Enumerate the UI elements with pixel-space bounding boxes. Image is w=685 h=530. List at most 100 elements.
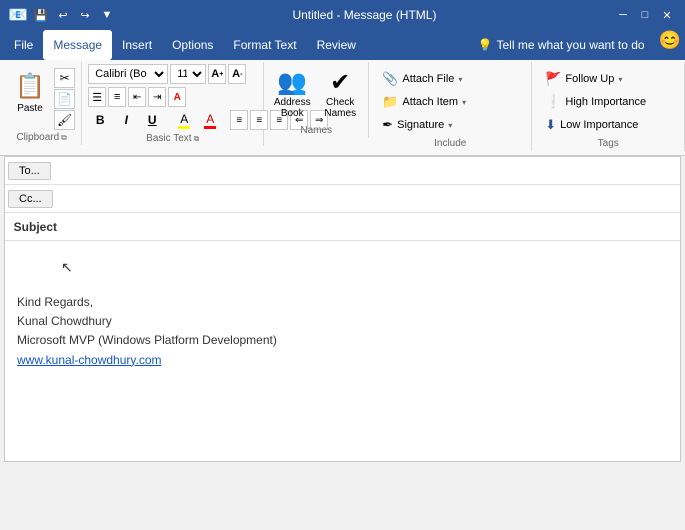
lightbulb-icon: 💡: [478, 38, 493, 52]
subject-input[interactable]: [65, 213, 680, 240]
signature-line-2: Kunal Chowdhury: [17, 312, 668, 331]
tell-me-box[interactable]: 💡 Tell me what you want to do: [468, 30, 655, 60]
signature-link[interactable]: www.kunal-chowdhury.com: [17, 351, 668, 370]
cut-button[interactable]: ✂: [54, 68, 75, 88]
tags-label: Tags: [598, 136, 619, 149]
bold-button[interactable]: B: [88, 110, 112, 130]
signature-area: Kind Regards, Kunal Chowdhury Microsoft …: [17, 293, 668, 370]
format-painter-button[interactable]: 🖌: [54, 110, 75, 130]
to-button[interactable]: To...: [8, 162, 51, 180]
include-group: 📎 Attach File ▾ 📁 Attach Item ▾ ✒ Signat…: [371, 62, 532, 151]
signature-icon: ✒: [382, 117, 393, 133]
compose-container: To... Cc... Subject ↖ Kind Regards, Kuna…: [4, 156, 681, 462]
cc-row: Cc...: [5, 185, 680, 213]
redo-qat-button[interactable]: ↪: [76, 6, 94, 24]
attach-file-icon: 📎: [382, 71, 398, 87]
qat-more-button[interactable]: ▼: [98, 6, 116, 24]
attach-item-label: Attach Item: [402, 96, 458, 108]
address-book-button[interactable]: 👥 AddressBook: [270, 66, 314, 122]
undo-qat-button[interactable]: ↩: [54, 6, 72, 24]
paste-button[interactable]: 📋 Paste: [8, 64, 52, 120]
highlight-icon: A: [180, 112, 188, 126]
italic-button[interactable]: I: [114, 110, 138, 130]
signature-line-3: Microsoft MVP (Windows Platform Developm…: [17, 331, 668, 350]
signature-button[interactable]: ✒ Signature ▾: [375, 114, 525, 136]
paste-icon: 📋: [14, 71, 46, 103]
increase-indent-button[interactable]: ⇥: [148, 87, 166, 107]
decrease-indent-button[interactable]: ⇤: [128, 87, 146, 107]
signature-line-1: Kind Regards,: [17, 293, 668, 312]
message-body[interactable]: ↖ Kind Regards, Kunal Chowdhury Microsof…: [5, 241, 680, 461]
low-importance-button[interactable]: ⬇ Low Importance: [538, 114, 678, 136]
underline-button[interactable]: U: [140, 110, 164, 130]
format-row: B I U A A ≡ ≡ ≡ ⇐ ⇒: [88, 110, 257, 130]
menu-message[interactable]: Message: [43, 30, 112, 60]
cc-button[interactable]: Cc...: [8, 190, 53, 208]
decrease-font-button[interactable]: A-: [228, 64, 246, 84]
menu-review[interactable]: Review: [307, 30, 366, 60]
tags-buttons: 🚩 Follow Up ▾ ❕ High Importance ⬇ Low Im…: [538, 68, 678, 136]
include-label: Include: [434, 136, 466, 149]
signature-dropdown-arrow: ▾: [448, 121, 452, 130]
address-book-icon: 👥: [276, 68, 308, 97]
font-color-icon: A: [206, 112, 214, 126]
save-qat-button[interactable]: 💾: [32, 6, 50, 24]
subject-label: Subject: [5, 220, 65, 234]
maximize-button[interactable]: □: [635, 5, 655, 25]
menu-bar: File Message Insert Options Format Text …: [0, 30, 685, 60]
follow-up-label: Follow Up: [565, 73, 614, 85]
title-bar: 📧 💾 ↩ ↪ ▼ Untitled - Message (HTML) ─ □ …: [0, 0, 685, 30]
high-importance-button[interactable]: ❕ High Importance: [538, 91, 678, 113]
address-book-label: AddressBook: [274, 97, 311, 119]
close-button[interactable]: ✕: [657, 5, 677, 25]
font-family-select[interactable]: Calibri (Bo: [88, 64, 168, 84]
clipboard-group: 📋 Paste ✂ 📄 🖌 Clipboard ⧉: [4, 62, 82, 145]
clipboard-label: Clipboard ⧉: [16, 130, 67, 143]
minimize-button[interactable]: ─: [613, 5, 633, 25]
include-buttons: 📎 Attach File ▾ 📁 Attach Item ▾ ✒ Signat…: [375, 68, 525, 136]
high-importance-label: High Importance: [565, 96, 646, 108]
attach-file-dropdown-arrow: ▾: [458, 75, 462, 84]
font-color-button[interactable]: A: [198, 110, 222, 130]
align-left-button[interactable]: ≡: [230, 110, 248, 130]
check-names-label: CheckNames: [324, 97, 356, 119]
basic-text-label: Basic Text ⧉: [146, 131, 199, 144]
to-input[interactable]: [54, 157, 680, 184]
follow-up-dropdown-arrow: ▾: [618, 75, 622, 84]
follow-up-icon: 🚩: [545, 71, 561, 87]
attach-item-button[interactable]: 📁 Attach Item ▾: [375, 91, 525, 113]
window-title: Untitled - Message (HTML): [116, 8, 613, 22]
subject-row: Subject: [5, 213, 680, 241]
to-row: To...: [5, 157, 680, 185]
menu-format-text[interactable]: Format Text: [223, 30, 306, 60]
font-row: Calibri (Bo 11 A+ A-: [88, 64, 257, 84]
increase-font-button[interactable]: A+: [208, 64, 226, 84]
list-row: ☰ ≡ ⇤ ⇥ A: [88, 87, 257, 107]
title-bar-left: 📧 💾 ↩ ↪ ▼: [8, 5, 116, 25]
menu-options[interactable]: Options: [162, 30, 223, 60]
bullets-button[interactable]: ☰: [88, 87, 106, 107]
attach-file-button[interactable]: 📎 Attach File ▾: [375, 68, 525, 90]
numbering-button[interactable]: ≡: [108, 87, 126, 107]
names-label: Names: [300, 123, 332, 136]
styles-button[interactable]: A: [168, 87, 186, 107]
cursor-indicator: ↖: [61, 259, 73, 276]
check-names-button[interactable]: ✔ CheckNames: [318, 66, 362, 122]
attach-file-label: Attach File: [402, 73, 454, 85]
low-importance-icon: ⬇: [545, 117, 556, 133]
menu-file[interactable]: File: [4, 30, 43, 60]
attach-item-dropdown-arrow: ▾: [462, 98, 466, 107]
highlight-color-button[interactable]: A: [172, 110, 196, 130]
font-size-select[interactable]: 11: [170, 64, 206, 84]
check-names-icon: ✔: [324, 68, 356, 97]
ribbon: 📋 Paste ✂ 📄 🖌 Clipboard ⧉ Calibri (Bo 11: [0, 60, 685, 156]
cc-input[interactable]: [56, 185, 680, 212]
menu-insert[interactable]: Insert: [112, 30, 162, 60]
follow-up-button[interactable]: 🚩 Follow Up ▾: [538, 68, 678, 90]
signature-label: Signature: [397, 119, 444, 131]
signature-url[interactable]: www.kunal-chowdhury.com: [17, 353, 162, 367]
paste-label: Paste: [17, 103, 43, 114]
copy-button[interactable]: 📄: [54, 89, 75, 109]
low-importance-label: Low Importance: [560, 119, 638, 131]
smiley-icon[interactable]: 😊: [659, 30, 681, 60]
